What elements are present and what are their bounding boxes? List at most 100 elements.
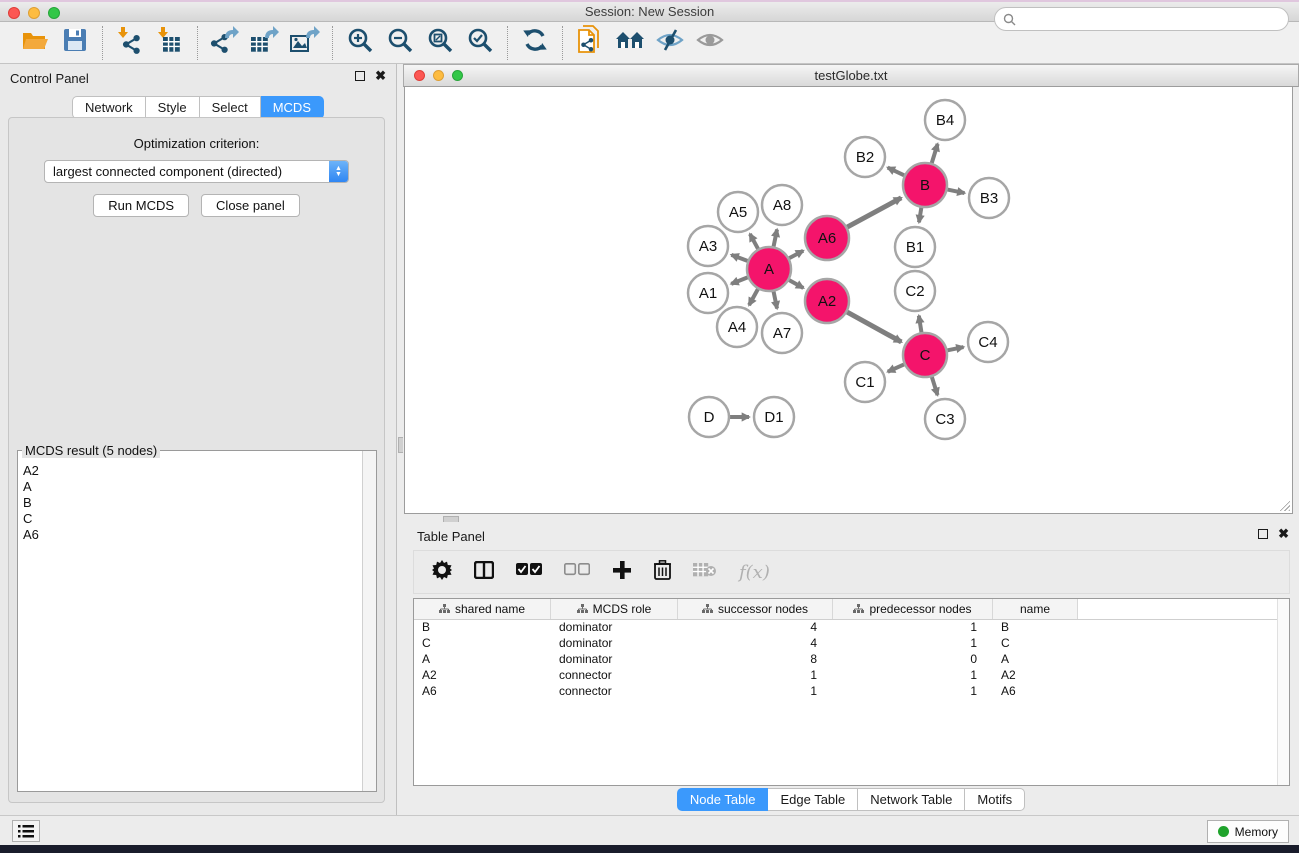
export-table-button[interactable] bbox=[248, 27, 282, 59]
zoom-out-button[interactable] bbox=[383, 27, 417, 59]
mcds-result-item[interactable]: A bbox=[23, 479, 357, 495]
network-maximize-icon[interactable] bbox=[452, 70, 463, 81]
apply-layout-button[interactable] bbox=[518, 27, 552, 59]
table-row-C[interactable]: Cdominator41C bbox=[414, 636, 1289, 652]
graph-node-B[interactable]: B bbox=[903, 163, 947, 207]
cell-name[interactable]: A6 bbox=[993, 684, 1078, 700]
mcds-result-item[interactable]: A2 bbox=[23, 463, 357, 479]
graph-node-B2[interactable]: B2 bbox=[845, 137, 885, 177]
minimize-window-icon[interactable] bbox=[28, 7, 40, 19]
graph-edge-C-C3[interactable] bbox=[932, 377, 938, 395]
graph-edge-C-C4[interactable] bbox=[948, 347, 964, 350]
check-all-button[interactable] bbox=[516, 563, 542, 581]
graph-node-A5[interactable]: A5 bbox=[718, 192, 758, 232]
cell-predecessor-nodes[interactable]: 1 bbox=[833, 668, 993, 684]
graph-node-C3[interactable]: C3 bbox=[925, 399, 965, 439]
cell-MCDS-role[interactable]: dominator bbox=[551, 636, 678, 652]
graph-edge-A-A3[interactable] bbox=[731, 255, 747, 261]
close-window-icon[interactable] bbox=[8, 7, 20, 19]
cell-name[interactable]: A2 bbox=[993, 668, 1078, 684]
cell-shared-name[interactable]: B bbox=[414, 620, 551, 636]
cell-MCDS-role[interactable]: connector bbox=[551, 684, 678, 700]
cell-name[interactable]: C bbox=[993, 636, 1078, 652]
cell-successor-nodes[interactable]: 4 bbox=[678, 620, 833, 636]
criterion-select[interactable]: largest connected component (directed) ▲… bbox=[44, 160, 349, 183]
graph-node-A4[interactable]: A4 bbox=[717, 307, 757, 347]
graph-edge-C-C2[interactable] bbox=[919, 316, 922, 333]
graph-node-A[interactable]: A bbox=[747, 247, 791, 291]
mcds-result-scrollbar[interactable] bbox=[362, 451, 376, 791]
graph-edge-B-B1[interactable] bbox=[919, 208, 921, 223]
network-close-icon[interactable] bbox=[414, 70, 425, 81]
add-button[interactable] bbox=[612, 560, 632, 585]
graph-node-B1[interactable]: B1 bbox=[895, 227, 935, 267]
table-row-B[interactable]: Bdominator41B bbox=[414, 620, 1289, 636]
mcds-result-item[interactable]: A6 bbox=[23, 527, 357, 543]
graph-node-C1[interactable]: C1 bbox=[845, 362, 885, 402]
mcds-result-item[interactable]: B bbox=[23, 495, 357, 511]
cell-name[interactable]: B bbox=[993, 620, 1078, 636]
search-input[interactable] bbox=[1020, 9, 1288, 29]
task-history-button[interactable] bbox=[12, 820, 40, 842]
cell-shared-name[interactable]: A2 bbox=[414, 668, 551, 684]
tab-style[interactable]: Style bbox=[146, 96, 200, 119]
copy-network-button[interactable] bbox=[573, 27, 607, 59]
tab-network-table[interactable]: Network Table bbox=[858, 788, 965, 811]
close-panel-button[interactable]: Close panel bbox=[201, 194, 300, 217]
cell-shared-name[interactable]: C bbox=[414, 636, 551, 652]
graph-edge-A6-B[interactable] bbox=[847, 198, 901, 227]
uncheck-all-button[interactable] bbox=[564, 563, 590, 581]
graph-node-A2[interactable]: A2 bbox=[805, 279, 849, 323]
float-table-panel-icon[interactable] bbox=[1258, 529, 1268, 539]
graph-node-A1[interactable]: A1 bbox=[688, 273, 728, 313]
column-header-MCDS-role[interactable]: MCDS role bbox=[551, 599, 678, 619]
cell-shared-name[interactable]: A bbox=[414, 652, 551, 668]
maximize-window-icon[interactable] bbox=[48, 7, 60, 19]
hide-selected-button[interactable] bbox=[653, 27, 687, 59]
graph-edge-B-B3[interactable] bbox=[948, 190, 965, 193]
save-session-button[interactable] bbox=[58, 27, 92, 59]
zoom-selected-button[interactable] bbox=[463, 27, 497, 59]
export-image-button[interactable] bbox=[288, 27, 322, 59]
graph-node-A6[interactable]: A6 bbox=[805, 216, 849, 260]
import-network-button[interactable] bbox=[113, 27, 147, 59]
cell-successor-nodes[interactable]: 1 bbox=[678, 684, 833, 700]
graph-edge-A-A6[interactable] bbox=[789, 251, 803, 258]
network-canvas[interactable]: B4B2BB3A5A8A6A3B1AC2A1A2A4A7C4CC1C3DD1 bbox=[404, 87, 1293, 514]
two-houses-button[interactable] bbox=[613, 27, 647, 59]
cell-predecessor-nodes[interactable]: 1 bbox=[833, 620, 993, 636]
graph-edge-A-A2[interactable] bbox=[789, 280, 803, 288]
graph-node-D1[interactable]: D1 bbox=[754, 397, 794, 437]
network-minimize-icon[interactable] bbox=[433, 70, 444, 81]
graph-node-C[interactable]: C bbox=[903, 333, 947, 377]
network-graph[interactable]: B4B2BB3A5A8A6A3B1AC2A1A2A4A7C4CC1C3DD1 bbox=[405, 87, 1292, 512]
graph-edge-A-A7[interactable] bbox=[774, 292, 777, 309]
cell-MCDS-role[interactable]: dominator bbox=[551, 620, 678, 636]
mcds-result-list[interactable]: A2ABCA6 bbox=[19, 461, 361, 790]
column-header-successor-nodes[interactable]: successor nodes bbox=[678, 599, 833, 619]
tab-select[interactable]: Select bbox=[200, 96, 261, 119]
graph-edge-A-A5[interactable] bbox=[750, 234, 758, 249]
import-table-button[interactable] bbox=[153, 27, 187, 59]
cell-MCDS-role[interactable]: dominator bbox=[551, 652, 678, 668]
export-network-button[interactable] bbox=[208, 27, 242, 59]
graph-edge-B-B4[interactable] bbox=[932, 144, 938, 163]
mcds-result-item[interactable]: C bbox=[23, 511, 357, 527]
tab-motifs[interactable]: Motifs bbox=[965, 788, 1025, 811]
memory-button[interactable]: Memory bbox=[1207, 820, 1289, 843]
cell-name[interactable]: A bbox=[993, 652, 1078, 668]
graph-node-B3[interactable]: B3 bbox=[969, 178, 1009, 218]
graph-node-C4[interactable]: C4 bbox=[968, 322, 1008, 362]
network-window-titlebar[interactable]: testGlobe.txt bbox=[403, 64, 1299, 87]
cell-successor-nodes[interactable]: 1 bbox=[678, 668, 833, 684]
column-header-predecessor-nodes[interactable]: predecessor nodes bbox=[833, 599, 993, 619]
graph-node-D[interactable]: D bbox=[689, 397, 729, 437]
column-header-name[interactable]: name bbox=[993, 599, 1078, 619]
cell-predecessor-nodes[interactable]: 0 bbox=[833, 652, 993, 668]
table-row-A2[interactable]: A2connector11A2 bbox=[414, 668, 1289, 684]
graph-edge-A-A4[interactable] bbox=[749, 289, 758, 305]
cell-shared-name[interactable]: A6 bbox=[414, 684, 551, 700]
zoom-fit-button[interactable] bbox=[423, 27, 457, 59]
search-field[interactable] bbox=[994, 7, 1289, 31]
graph-edge-B-B2[interactable] bbox=[888, 168, 905, 176]
